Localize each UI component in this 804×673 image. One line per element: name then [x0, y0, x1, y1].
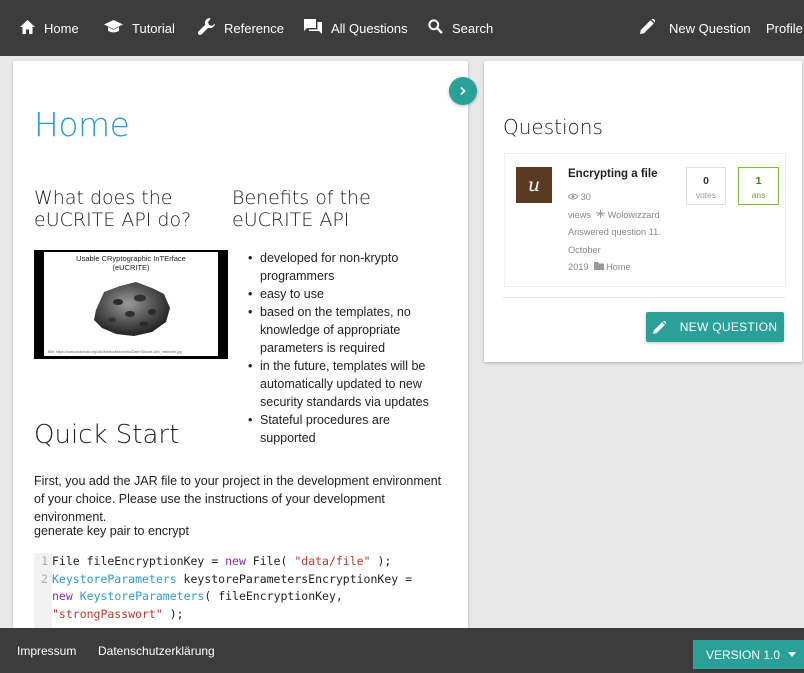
nav-home[interactable]: Home	[20, 0, 79, 56]
generate-keypair-text: generate key pair to encrypt	[34, 524, 189, 538]
code-text: File(	[245, 554, 295, 568]
author-name[interactable]: Wolowizzard	[608, 210, 660, 220]
code-line: 2 KeystoreParameters keystoreParametersEn…	[34, 571, 412, 589]
nav-search-label: Search	[452, 20, 494, 36]
divider	[503, 297, 785, 298]
code-string: "data/file"	[294, 554, 371, 568]
version-label: VERSION 1.0	[706, 647, 781, 662]
nav-tutorial-label: Tutorial	[132, 20, 175, 36]
nav-new-question-label: New Question	[669, 20, 751, 36]
code-text: File fileEncryptionKey =	[52, 554, 226, 568]
new-question-button[interactable]: NEW QUESTION	[646, 312, 784, 342]
video-title-line1: Usable CRyptographic InTErface	[76, 254, 186, 263]
nav-profile-label: Profile	[766, 20, 803, 36]
code-text: ( fileEncryptionKey,	[204, 589, 343, 603]
impressum-link[interactable]: Impressum	[17, 644, 76, 658]
answered-year-row: 2019 Home	[568, 259, 676, 277]
views-count: 30	[580, 192, 591, 203]
new-question-label: NEW QUESTION	[679, 320, 778, 334]
code-text: keystoreParametersEncryptionKey =	[176, 571, 413, 586]
answered-label: Answered question 11.	[568, 227, 661, 238]
privacy-link[interactable]: Datenschutzerklärung	[98, 644, 215, 658]
votes-label: votes	[695, 190, 717, 200]
nav-home-label: Home	[44, 20, 79, 36]
home-icon	[20, 19, 35, 37]
answers-count: 1	[755, 175, 762, 187]
votes-count: 0	[703, 175, 709, 187]
question-title[interactable]: Encrypting a file	[568, 168, 657, 180]
code-text: );	[370, 554, 392, 568]
code-line: "strongPasswort" );	[34, 606, 184, 624]
answers-label: ans	[751, 190, 766, 200]
chevron-right-icon	[458, 86, 468, 96]
code-class: KeystoreParameters	[52, 571, 177, 586]
pencil-icon	[640, 18, 656, 37]
questions-card: Questions u Encrypting a file 30 views W…	[484, 61, 802, 362]
user-icon	[596, 207, 606, 225]
wrench-icon	[197, 18, 215, 38]
caret-down-icon	[788, 652, 796, 657]
video-credit: Bild: https://www.wikimedia.org/wiki/Met…	[48, 350, 182, 354]
video-slide: Usable CRyptographic InTErface (eUCRITE)	[44, 252, 218, 356]
quick-start-heading: Quick Start	[34, 420, 180, 450]
code-string: "strongPasswort"	[52, 606, 163, 621]
views-row: 30	[567, 189, 676, 207]
code-keyword: new	[225, 554, 246, 568]
code-block: 1 File fileEncryptionKey = new File( "dat…	[34, 553, 468, 628]
search-icon	[428, 19, 443, 37]
list-item: in the future, templates will be automat…	[248, 357, 433, 411]
code-keyword: new	[52, 589, 73, 603]
video-title: Usable CRyptographic InTErface (eUCRITE)	[44, 254, 218, 272]
meteorite-image	[90, 280, 172, 343]
nav-tutorial[interactable]: Tutorial	[104, 0, 175, 56]
nav-all-questions-label: All Questions	[331, 20, 408, 36]
eye-icon	[567, 189, 579, 207]
question-item[interactable]: u Encrypting a file 30 views Wolowizzard…	[504, 153, 786, 287]
main-content-card: Home What does the eUCRITE API do? Benef…	[13, 61, 468, 628]
answers-badge: 1 ans	[738, 167, 779, 205]
nav-profile[interactable]: Profile	[766, 0, 803, 56]
what-does-heading: What does the eUCRITE API do?	[34, 187, 192, 231]
footer: Impressum Datenschutzerklärung VERSION 1…	[0, 628, 804, 673]
answered-year: 2019	[568, 262, 589, 273]
nav-reference[interactable]: Reference	[197, 0, 284, 56]
list-item: easy to use	[248, 285, 433, 303]
page-title: Home	[34, 105, 130, 144]
pencil-icon	[652, 320, 666, 334]
intro-video[interactable]: Usable CRyptographic InTErface (eUCRITE)	[34, 250, 228, 359]
list-item: developed for non-krypto programmers	[248, 249, 433, 285]
code-class: KeystoreParameters	[79, 589, 205, 603]
line-number: 2	[41, 571, 48, 586]
nav-reference-label: Reference	[224, 20, 284, 36]
questions-title: Questions	[503, 115, 603, 139]
code-line: new KeystoreParameters( fileEncryptionKe…	[34, 588, 343, 606]
nav-all-questions[interactable]: All Questions	[304, 0, 408, 56]
votes-badge: 0 votes	[686, 167, 726, 205]
top-navbar: Home Tutorial Reference All Questions Se…	[0, 0, 804, 56]
code-text: );	[162, 606, 184, 621]
version-dropdown[interactable]: VERSION 1.0	[693, 640, 804, 669]
benefits-heading: Benefits of the eUCRITE API	[232, 187, 371, 231]
list-item: Stateful procedures are supported	[248, 411, 433, 447]
list-item: based on the templates, no knowledge of …	[248, 303, 433, 357]
avatar: u	[516, 167, 552, 203]
instructions-paragraph: First, you add the JAR file to your proj…	[34, 474, 442, 524]
question-meta: 30 views Wolowizzard Answered question 1…	[567, 189, 676, 277]
graduation-cap-icon	[104, 19, 123, 37]
forum-icon	[304, 18, 322, 38]
code-line: 1 File fileEncryptionKey = new File( "dat…	[34, 553, 391, 571]
benefits-list: developed for non-krypto programmers eas…	[248, 249, 433, 447]
nav-search[interactable]: Search	[428, 0, 493, 56]
video-title-line2: (eUCRITE)	[112, 263, 150, 272]
views-label: views	[568, 209, 591, 220]
category-link[interactable]: Home	[606, 263, 631, 273]
folder-icon	[593, 259, 604, 277]
views-author-row: views Wolowizzard	[568, 207, 676, 225]
answered-month: October	[568, 244, 601, 255]
line-number: 1	[41, 554, 48, 568]
expand-sidebar-button[interactable]	[449, 77, 477, 105]
nav-new-question[interactable]: New Question	[640, 0, 751, 56]
